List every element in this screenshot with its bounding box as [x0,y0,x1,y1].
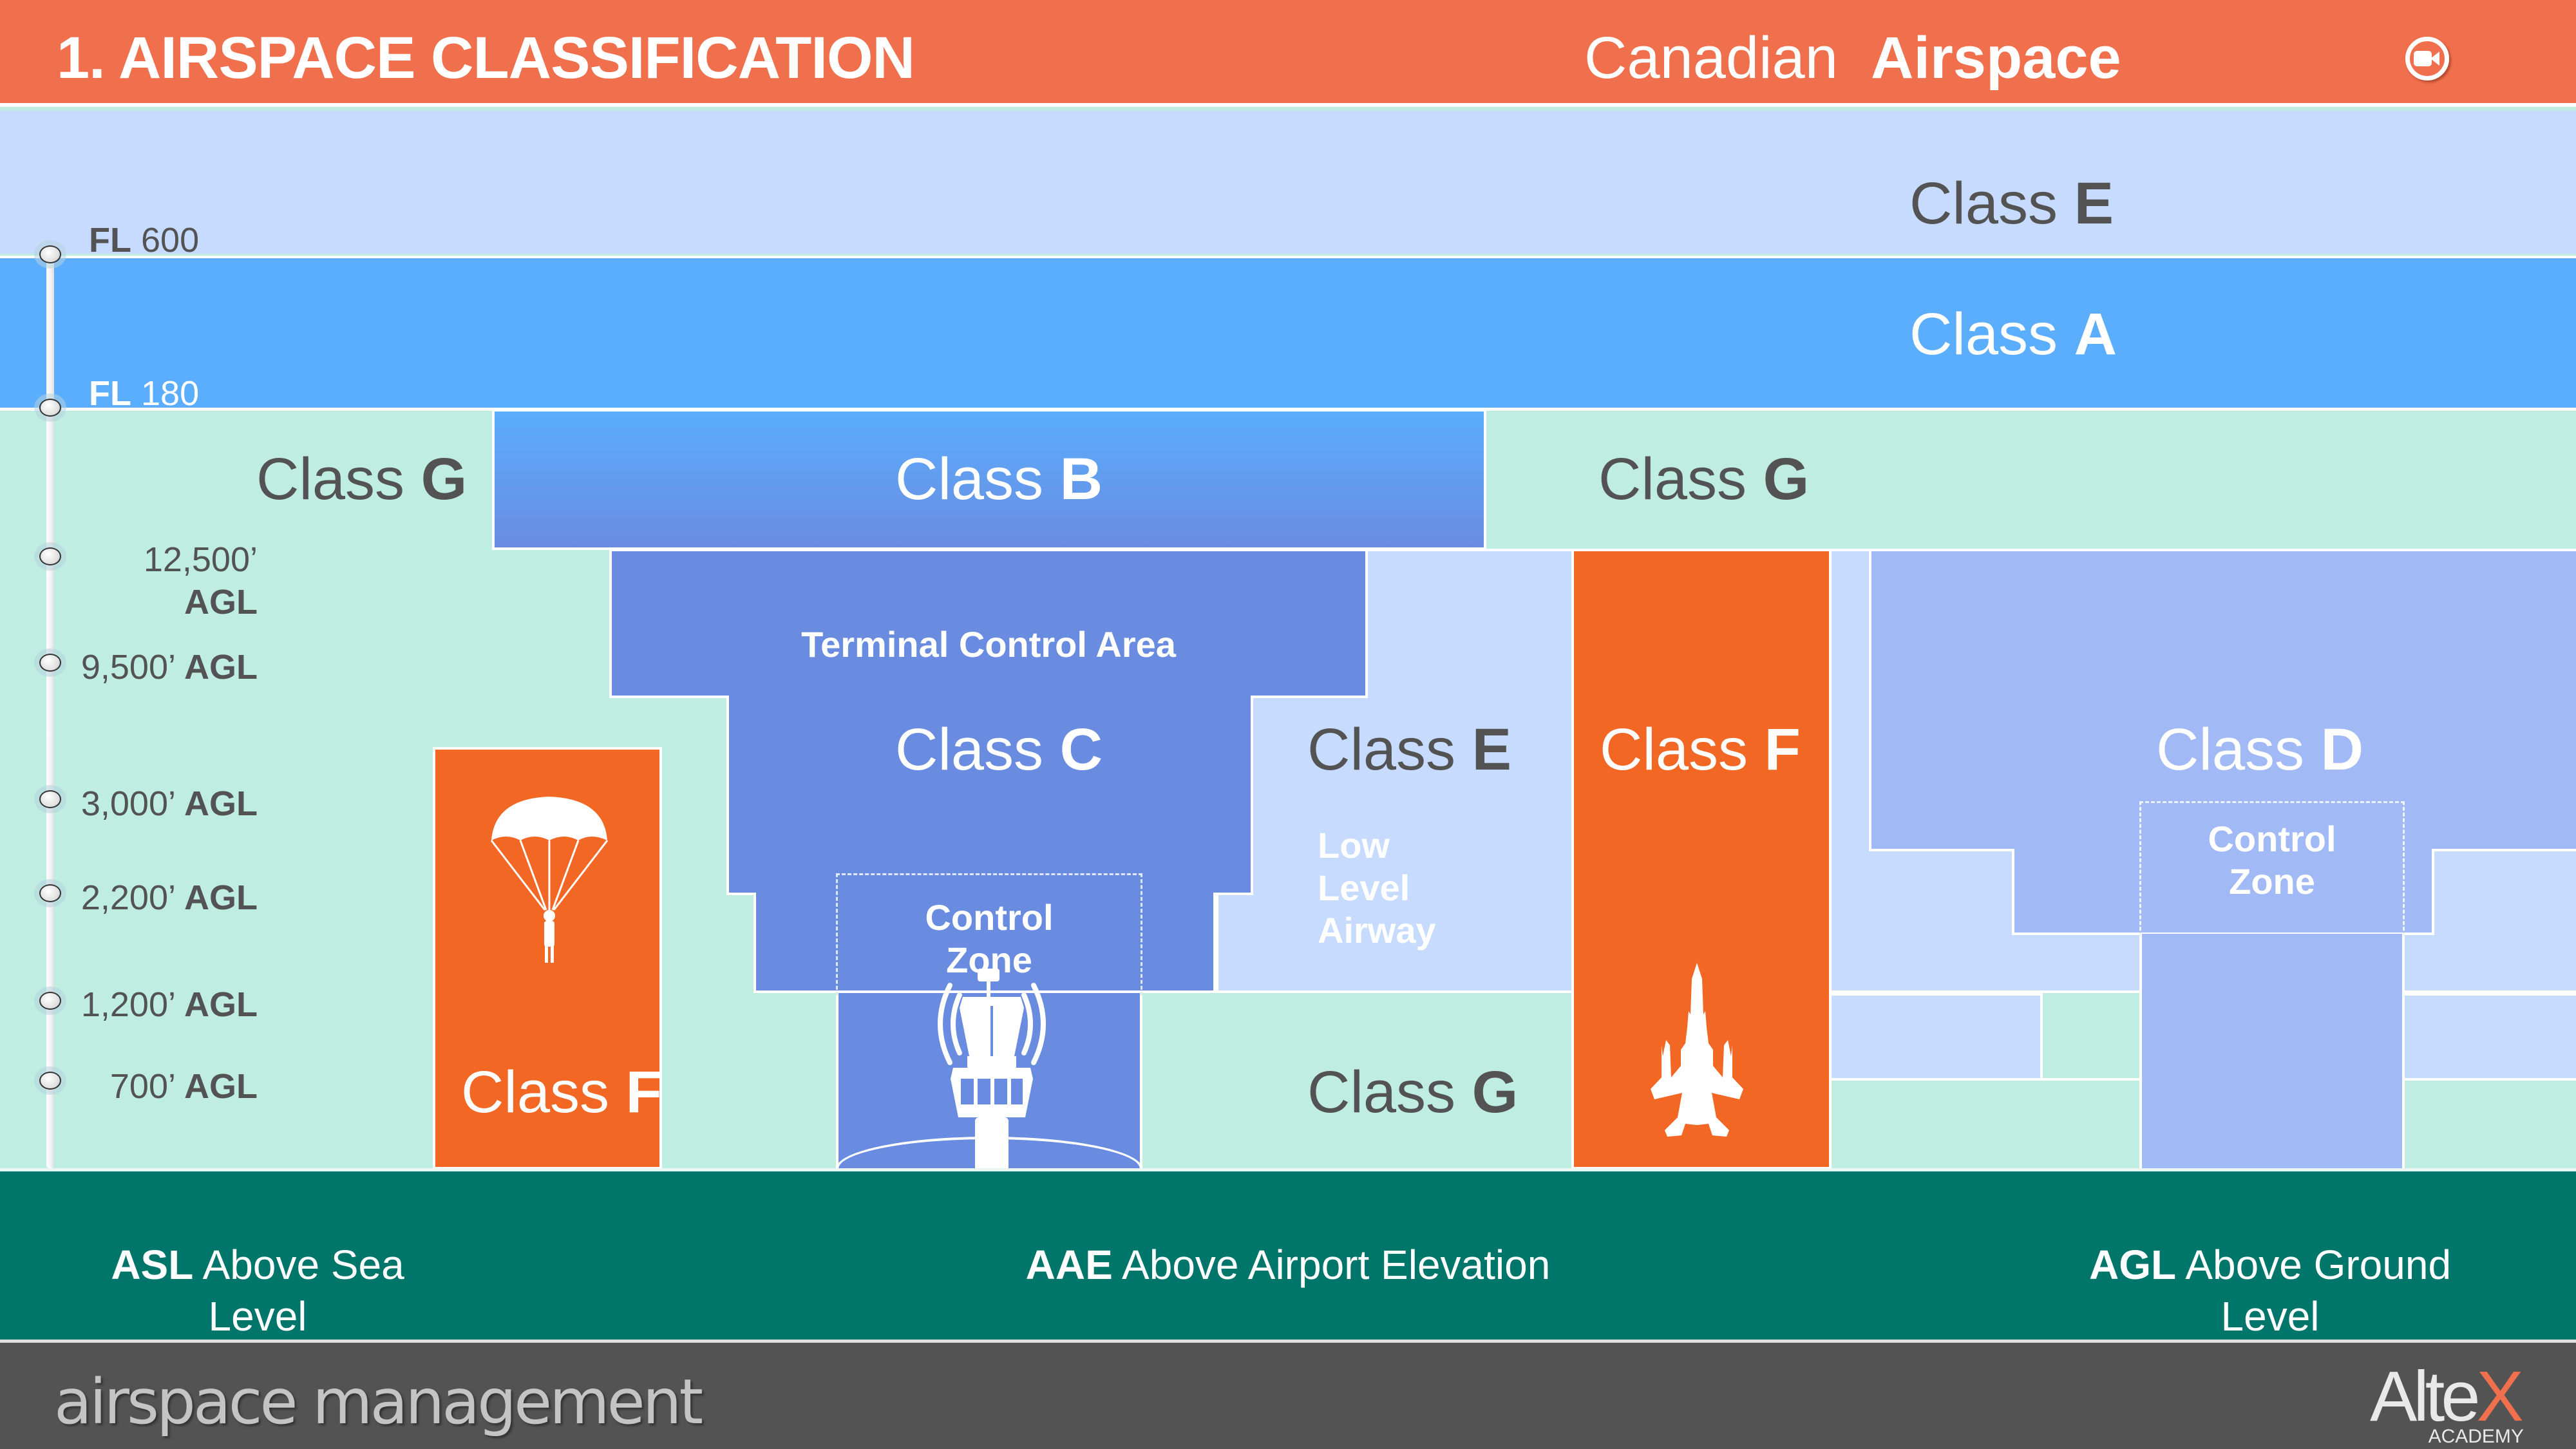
altitude-marker [39,654,61,672]
altitude-label-700: 700’ AGL [109,1067,258,1106]
tca-label: Terminal Control Area [801,624,1176,665]
altitude-label-9500: 9,500’ AGL [80,648,258,687]
footer-bar: airspace management AlteX ACADEMY [0,1340,2576,1449]
class-e-upper-band: Class E [0,111,2576,254]
altitude-axis [46,254,54,1169]
divider [609,696,729,698]
divider [1869,849,2014,851]
legend-agl: AGL Above Ground Level [2088,1242,2452,1340]
divider [726,893,756,895]
altitude-marker [39,790,61,808]
altitude-label-12500: 12,500’ AGL [143,540,258,621]
header-bar: 1. AIRSPACE CLASSIFICATION Canadian Airs… [0,0,2576,107]
class-g-right-label: Class G [1598,446,1810,512]
control-zone-d-label: Control Zone [2208,819,2336,902]
divider [1251,696,1368,698]
class-b-label: Class B [895,446,1103,512]
altex-logo: AlteX ACADEMY [2370,1356,2524,1448]
class-c-label: Class C [895,717,1103,782]
altitude-label-fl180: FL 180 [89,374,200,413]
altitude-label-fl600: FL 600 [89,221,200,260]
altitude-marker [39,399,61,417]
altitude-marker [39,245,61,263]
logo-x: X [2476,1357,2524,1436]
legend-aae: AAE Above Airport Elevation [1025,1242,1551,1288]
altitude-label-2200: 2,200’ AGL [80,878,258,917]
parachute-icon [490,797,609,963]
altitude-marker [39,992,61,1010]
class-e-upper-label: Class E [1909,171,2114,236]
divider [1213,893,1253,895]
logo-text: Alte [2370,1357,2481,1436]
class-e-mid-label: Class E [1307,717,1511,782]
class-e-step-left [1829,993,2043,1078]
class-d-label: Class D [2156,717,2364,782]
altitude-label-1200: 1,200’ AGL [80,985,258,1024]
class-f-mid-label: Class F [1600,717,1801,782]
subtitle-bold: Airspace [1871,25,2121,91]
class-a-label: Class A [1909,301,2117,367]
divider [2040,993,2043,1081]
divider [1832,993,2043,996]
page-subtitle: Canadian Airspace [1584,24,2121,92]
divider [2432,849,2576,851]
divider [2402,993,2576,996]
class-g-low-label: Class G [1307,1059,1519,1125]
class-a-band: Class A [0,256,2576,408]
altitude-marker [39,884,61,902]
altitude-marker [39,547,61,565]
ground-legend-band: ASL Above Sea Level AAE Above Airport El… [0,1168,2576,1340]
video-button[interactable] [2405,37,2449,80]
altitude-label-3000: 3,000’ AGL [80,784,258,823]
fighter-jet-icon [1651,963,1743,1137]
class-d-control-zone-column [2139,934,2405,1168]
page-title: 1. AIRSPACE CLASSIFICATION [57,25,915,91]
footer-topic: airspace management [54,1366,703,1438]
altitude-marker [39,1072,61,1090]
control-tower-icon [938,969,1046,1172]
class-e-step-right [2402,993,2576,1078]
subtitle-light: Canadian [1584,25,1838,91]
legend-asl: ASL Above Sea Level [111,1242,404,1340]
video-camera-icon [2414,51,2439,66]
class-f-left-label: Class F [461,1059,662,1125]
low-level-airway-label: Low Level Airway [1318,825,1436,951]
class-g-left-label: Class G [256,446,468,512]
